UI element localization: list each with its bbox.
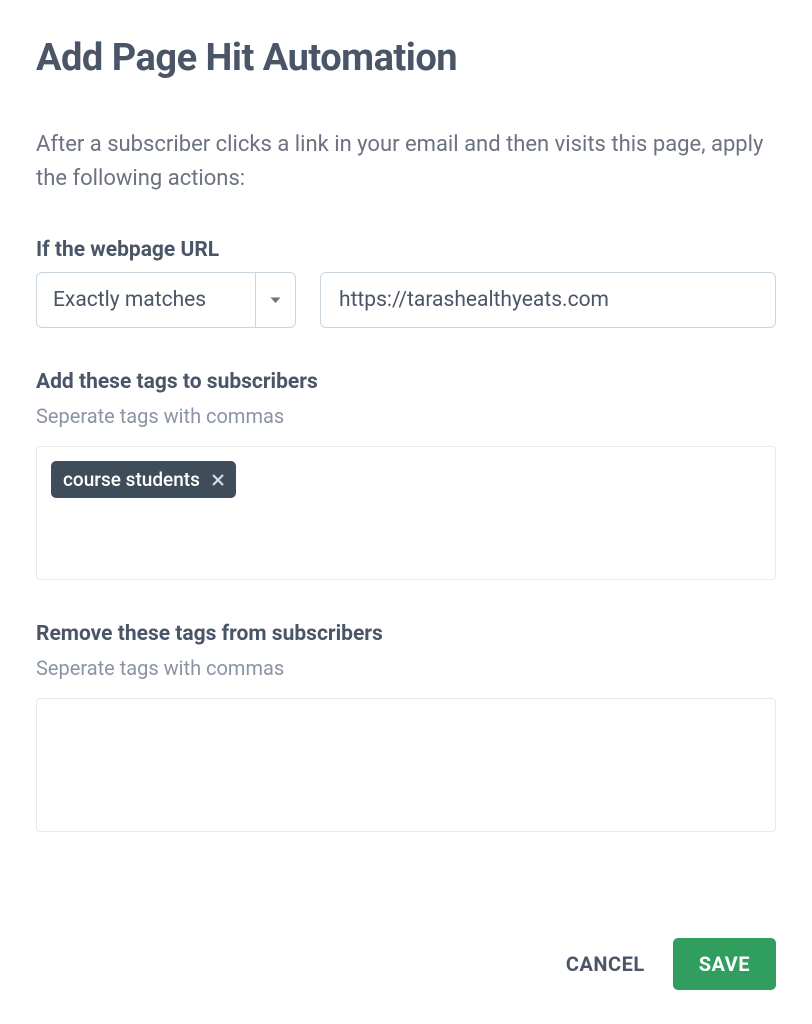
page-title: Add Page Hit Automation (36, 36, 776, 80)
add-tags-input[interactable]: course students (36, 446, 776, 580)
match-mode-select[interactable]: Exactly matches (36, 272, 296, 328)
description-text: After a subscriber clicks a link in your… (36, 128, 776, 196)
tag-chip: course students (51, 461, 236, 498)
chevron-down-icon (255, 273, 295, 327)
remove-tags-label: Remove these tags from subscribers (36, 622, 776, 646)
url-input[interactable]: https://tarashealthyeats.com (320, 272, 776, 328)
url-row: Exactly matches https://tarashealthyeats… (36, 272, 776, 328)
remove-tag-button[interactable] (212, 474, 224, 486)
save-button[interactable]: SAVE (673, 938, 776, 990)
tag-label: course students (63, 468, 200, 491)
url-input-value: https://tarashealthyeats.com (339, 288, 609, 312)
url-section-label: If the webpage URL (36, 238, 776, 262)
add-tags-sublabel: Seperate tags with commas (36, 404, 776, 428)
cancel-button[interactable]: CANCEL (566, 952, 645, 976)
remove-tags-input[interactable] (36, 698, 776, 832)
add-tags-label: Add these tags to subscribers (36, 370, 776, 394)
footer-actions: CANCEL SAVE (566, 938, 776, 990)
remove-tags-sublabel: Seperate tags with commas (36, 656, 776, 680)
match-mode-value: Exactly matches (37, 273, 255, 327)
